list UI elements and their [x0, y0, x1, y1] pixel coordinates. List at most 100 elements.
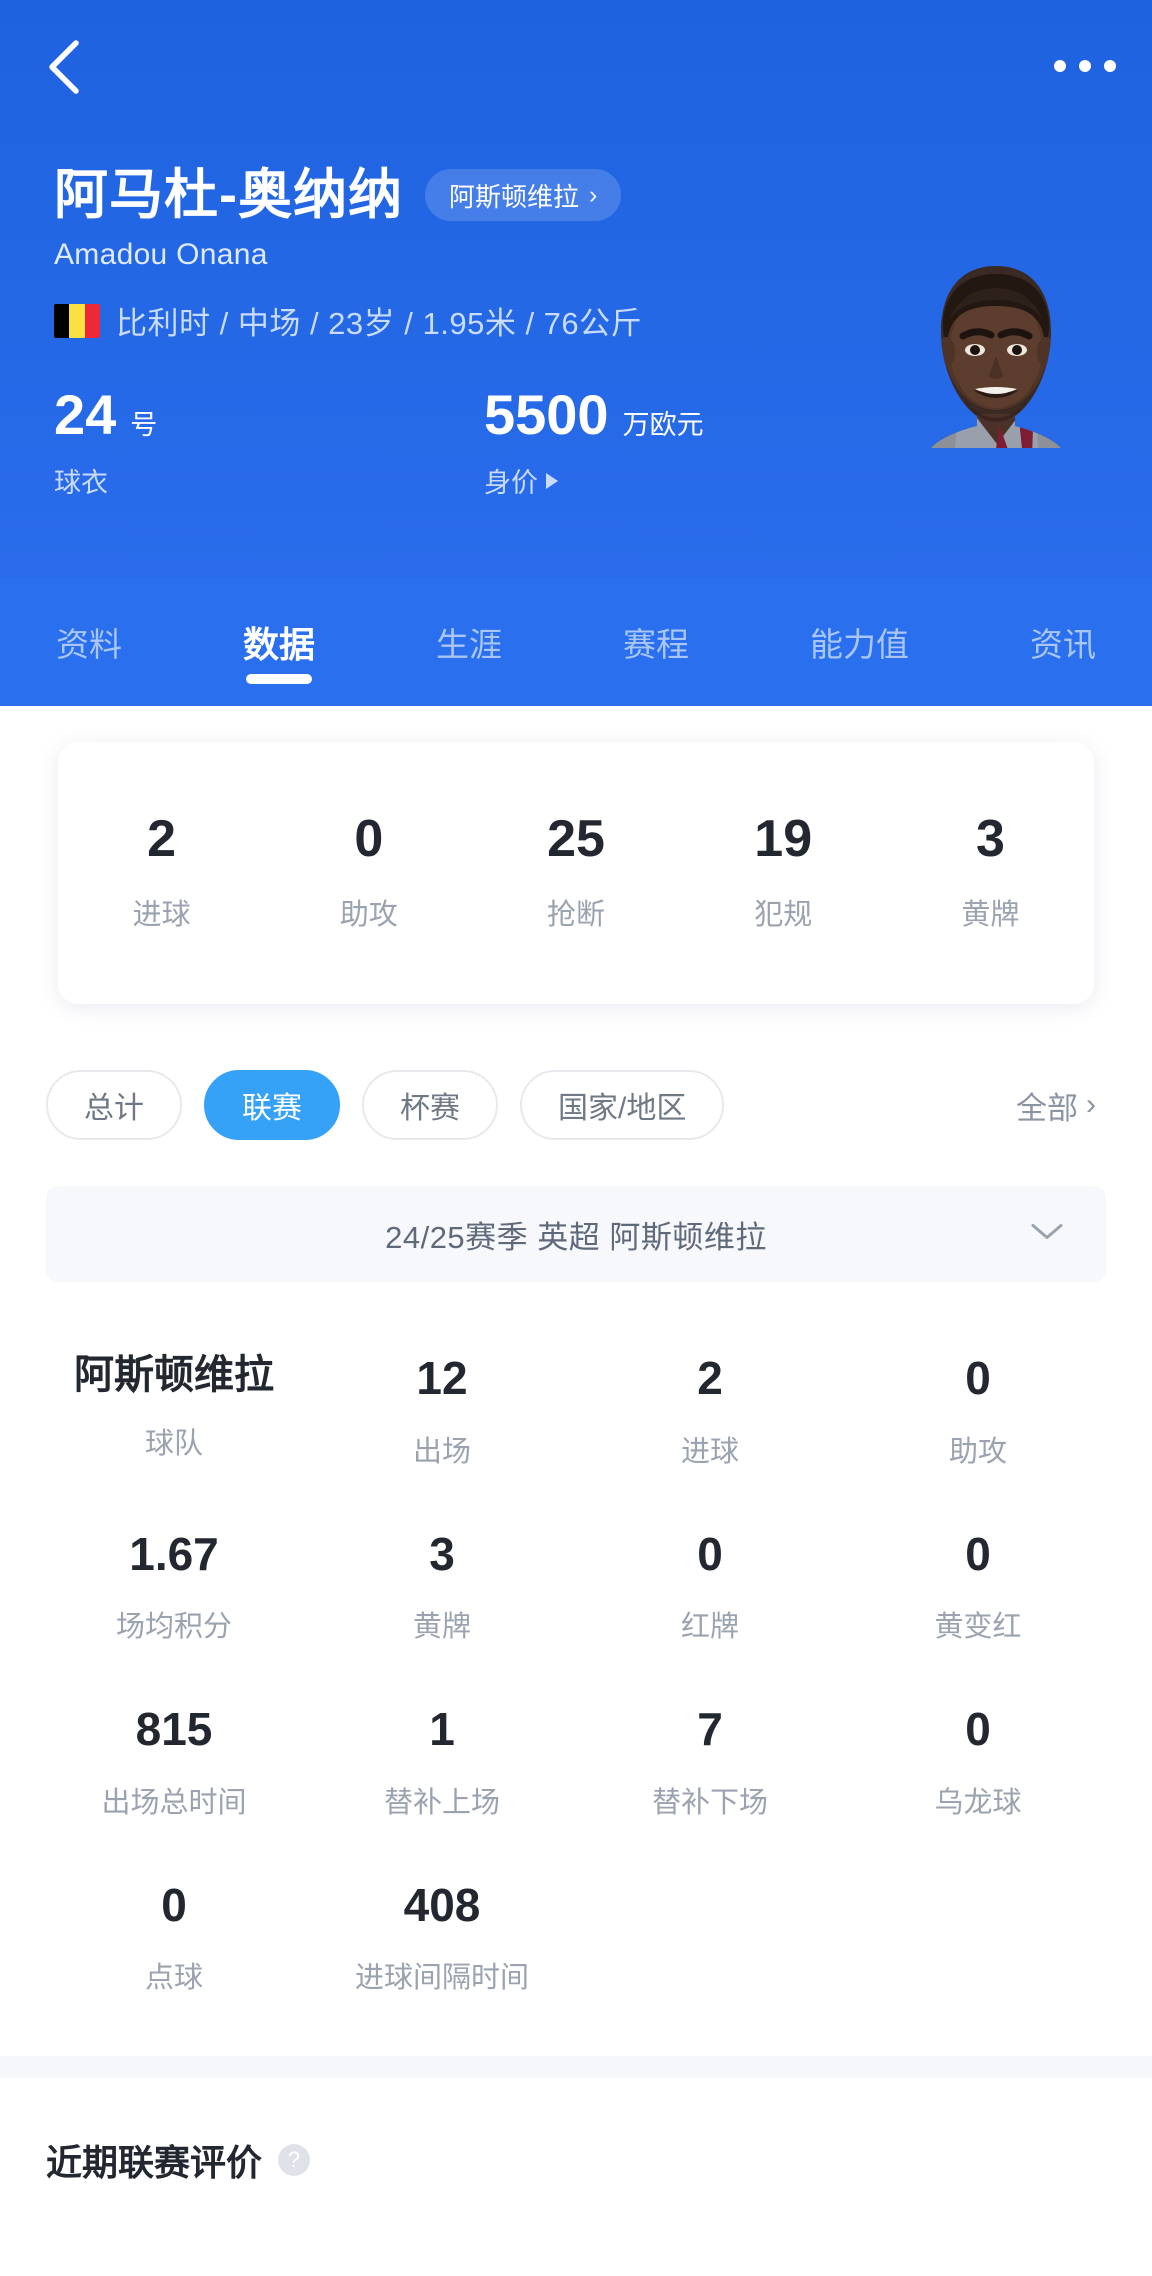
- stat-label: 场均积分: [115, 1611, 232, 1643]
- jersey-number-block: 24 号 球衣: [54, 387, 484, 500]
- belgium-flag-icon: [54, 303, 100, 338]
- player-meta-row: 比利时 / 中场 / 23岁 / 1.95米 / 76公斤: [54, 298, 1152, 343]
- summary-label: 助攻: [339, 899, 398, 931]
- stat-value: 7: [697, 1703, 723, 1755]
- market-value-label[interactable]: 身价: [484, 461, 704, 500]
- season-selector[interactable]: 24/25赛季 英超 阿斯顿维拉: [46, 1186, 1106, 1282]
- stat-value: 0: [161, 1878, 187, 1931]
- stat-cell-red-cards: 0 红牌: [576, 1504, 844, 1680]
- chip-total[interactable]: 总计: [46, 1070, 182, 1140]
- chip-label: 联赛: [242, 1092, 302, 1125]
- stat-value: 3: [429, 1527, 455, 1580]
- stat-value: 0: [965, 1527, 991, 1580]
- help-question-icon[interactable]: ?: [278, 2144, 311, 2176]
- stat-value: 0: [965, 1703, 991, 1755]
- stat-label: 红牌: [680, 1611, 739, 1643]
- stat-label: 出场: [412, 1435, 471, 1468]
- player-meta-text: 比利时 / 中场 / 23岁 / 1.95米 / 76公斤: [116, 306, 643, 341]
- tab-saicheng[interactable]: 赛程: [613, 578, 699, 706]
- stat-cell-second-yellow: 0 黄变红: [844, 1504, 1112, 1680]
- stat-cell-goals: 2 进球: [576, 1328, 844, 1504]
- content-area: 2 进球 0 助攻 25 抢断 19 犯规 3 黄牌 总计 联赛 杯赛 国家/地…: [0, 742, 1152, 2186]
- tab-nenglizhi[interactable]: 能力值: [800, 578, 919, 706]
- summary-stat-fouls: 19 犯规: [680, 813, 887, 933]
- tab-label: 资料: [56, 626, 122, 663]
- summary-value: 2: [147, 810, 177, 868]
- tab-bar: 资料 数据 生涯 赛程 能力值 资讯: [0, 578, 1152, 706]
- stat-value: 815: [135, 1703, 213, 1755]
- chip-label: 国家/地区: [558, 1092, 687, 1125]
- page-title: 阿马杜-奥纳纳: [54, 165, 403, 225]
- stat-value: 12: [416, 1352, 468, 1404]
- stat-label: 助攻: [948, 1435, 1007, 1468]
- play-triangle-icon: [546, 472, 558, 489]
- summary-value: 25: [547, 810, 605, 868]
- view-all-label: 全部: [1016, 1090, 1078, 1126]
- summary-label: 黄牌: [961, 899, 1020, 931]
- stat-cell-minutes-played: 815 出场总时间: [40, 1679, 308, 1855]
- stat-cell-appearances: 12 出场: [308, 1328, 576, 1504]
- tab-label: 赛程: [622, 626, 689, 663]
- chip-cup[interactable]: 杯赛: [362, 1070, 498, 1140]
- stat-label: 出场总时间: [101, 1786, 247, 1819]
- summary-stat-goals: 2 进球: [58, 813, 265, 933]
- stat-label: 黄牌: [412, 1611, 471, 1643]
- recent-league-rating-section: 近期联赛评价 ?: [0, 2078, 1152, 2186]
- stat-cell-points-per-game: 1.67 场均积分: [40, 1504, 308, 1680]
- jersey-number-value: 24: [54, 383, 117, 446]
- player-profile-page: 阿马杜-奥纳纳 阿斯顿维拉 › Amadou Onana 比利时 / 中场 / …: [0, 0, 1152, 2276]
- header-content: 阿马杜-奥纳纳 阿斯顿维拉 › Amadou Onana 比利时 / 中场 / …: [0, 0, 1152, 500]
- stat-cell-assists: 0 助攻: [844, 1328, 1112, 1504]
- team-pill-label: 阿斯顿维拉: [448, 181, 579, 212]
- stat-value: 0: [965, 1352, 991, 1404]
- tab-label: 资讯: [1029, 626, 1096, 663]
- stat-value: 408: [403, 1878, 481, 1931]
- market-value-block[interactable]: 5500 万欧元 身价: [484, 387, 704, 500]
- chip-label: 杯赛: [400, 1092, 460, 1125]
- competition-filter-chips: 总计 联赛 杯赛 国家/地区 全部 ›: [46, 1070, 1106, 1140]
- section-title: 近期联赛评价: [46, 2142, 263, 2183]
- summary-label: 犯规: [754, 899, 813, 931]
- tab-zixun[interactable]: 资讯: [1020, 578, 1106, 706]
- stat-cell-yellow-cards: 3 黄牌: [308, 1504, 576, 1680]
- summary-label: 抢断: [547, 899, 606, 931]
- stat-cell-subbed-off: 7 替补下场: [576, 1679, 844, 1855]
- player-header: 阿马杜-奥纳纳 阿斯顿维拉 › Amadou Onana 比利时 / 中场 / …: [0, 0, 1152, 578]
- chip-label: 总计: [84, 1092, 144, 1125]
- stat-value: 0: [697, 1527, 723, 1580]
- stat-label: 黄变红: [934, 1611, 1022, 1643]
- stat-cell-subbed-on: 1 替补上场: [308, 1679, 576, 1855]
- chevron-right-icon: ›: [1086, 1088, 1096, 1121]
- stat-label: 点球: [144, 1962, 203, 1994]
- market-value-unit: 万欧元: [622, 410, 704, 440]
- summary-value: 0: [354, 810, 384, 868]
- tab-shengya[interactable]: 生涯: [426, 578, 512, 706]
- summary-stat-assists: 0 助攻: [265, 813, 472, 933]
- tab-shuju[interactable]: 数据: [233, 578, 325, 706]
- stat-cell-own-goals: 0 乌龙球: [844, 1679, 1112, 1855]
- stat-label: 进球间隔时间: [354, 1962, 529, 1994]
- stat-value: 阿斯顿维拉: [74, 1353, 274, 1397]
- stat-cell-team: 阿斯顿维拉 球队: [40, 1328, 308, 1504]
- chevron-right-icon: ›: [589, 180, 598, 209]
- summary-stat-tackles: 25 抢断: [472, 813, 679, 933]
- detail-stats-grid: 阿斯顿维拉 球队 12 出场 2 进球 0 助攻 1.67 场均积分 3 黄牌: [0, 1328, 1152, 2030]
- stat-label: 进球: [680, 1435, 739, 1468]
- section-divider: [0, 2056, 1152, 2078]
- chip-country-region[interactable]: 国家/地区: [520, 1070, 725, 1140]
- player-name-row: 阿马杜-奥纳纳 阿斯顿维拉 ›: [54, 0, 1152, 222]
- summary-value: 3: [975, 810, 1005, 868]
- player-key-values: 24 号 球衣 5500 万欧元 身价: [54, 387, 1152, 500]
- chevron-down-icon: [1030, 1222, 1064, 1247]
- view-all-button[interactable]: 全部 ›: [1016, 1083, 1106, 1128]
- stat-label: 乌龙球: [934, 1786, 1022, 1819]
- player-name-english: Amadou Onana: [54, 238, 268, 271]
- tab-label: 数据: [242, 624, 315, 665]
- summary-label: 进球: [132, 899, 191, 931]
- chip-league[interactable]: 联赛: [204, 1070, 340, 1140]
- tab-ziliao[interactable]: 资料: [46, 578, 132, 706]
- team-link-pill[interactable]: 阿斯顿维拉 ›: [424, 169, 622, 221]
- stat-label: 替补下场: [651, 1786, 768, 1819]
- market-value-label-text: 身价: [484, 468, 538, 498]
- stat-cell-minutes-per-goal: 408 进球间隔时间: [308, 1855, 576, 2031]
